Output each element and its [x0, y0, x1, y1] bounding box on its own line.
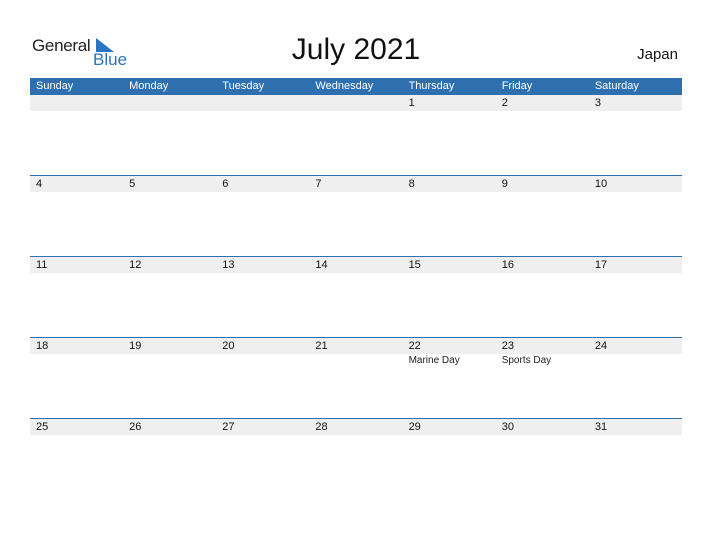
day-number: 4	[36, 178, 43, 190]
day-number	[309, 95, 402, 111]
day-number: 22	[408, 340, 421, 352]
weekday-friday: Friday	[501, 80, 533, 92]
events-row	[30, 435, 682, 436]
day-numbers-row: 25 26 27 28 29 30 31	[30, 419, 682, 435]
day-number: 13	[222, 259, 235, 271]
events-row	[30, 273, 682, 274]
day-number: 19	[129, 340, 142, 352]
holiday-label: Marine Day	[408, 355, 460, 366]
holiday-label	[216, 354, 309, 366]
day-numbers-row: 18 19 20 21 22 23 24	[30, 338, 682, 354]
day-number: 26	[129, 421, 142, 433]
day-number	[30, 95, 123, 111]
day-number: 21	[315, 340, 328, 352]
holiday-label	[589, 192, 682, 193]
holiday-label	[496, 192, 589, 193]
day-number: 20	[222, 340, 235, 352]
holiday-label	[496, 435, 589, 436]
day-number: 3	[594, 97, 601, 109]
holiday-label	[496, 273, 589, 274]
day-number: 1	[408, 97, 415, 109]
holiday-label	[216, 111, 309, 112]
holiday-label	[30, 435, 123, 436]
holiday-label	[30, 273, 123, 274]
day-number: 23	[501, 340, 514, 352]
weekday-thursday: Thursday	[408, 80, 455, 92]
holiday-label	[309, 273, 402, 274]
holiday-label	[309, 354, 402, 366]
week-row: 4 5 6 7 8 9 10	[30, 175, 682, 256]
week-row: 18 19 20 21 22 23 24 Marine Day Sports Day	[30, 337, 682, 418]
holiday-label	[589, 273, 682, 274]
holiday-label	[403, 192, 496, 193]
day-number: 10	[594, 178, 608, 190]
day-numbers-row: 1 2 3	[30, 95, 682, 111]
calendar-grid: Sunday Monday Tuesday Wednesday Thursday Frid…	[30, 78, 682, 499]
holiday-label	[309, 435, 402, 436]
holiday-label	[123, 354, 216, 366]
day-number: 24	[594, 340, 608, 352]
events-row	[30, 111, 682, 112]
events-row	[30, 192, 682, 193]
holiday-label	[403, 111, 496, 112]
holiday-label	[589, 435, 682, 436]
day-number: 16	[501, 259, 514, 271]
holiday-label	[216, 192, 309, 193]
week-row: 25 26 27 28 29 30 31	[30, 418, 682, 499]
holiday-label	[216, 435, 309, 436]
weekday-tuesday: Tuesday	[222, 80, 265, 92]
holiday-label	[123, 273, 216, 274]
day-numbers-row: 4 5 6 7 8 9 10	[30, 176, 682, 192]
holiday-label	[30, 111, 123, 112]
country-label: Japan	[637, 46, 678, 63]
day-number: 7	[315, 178, 322, 190]
day-number: 9	[501, 178, 508, 190]
holiday-label	[30, 354, 123, 366]
day-number	[123, 95, 216, 111]
day-number: 2	[501, 97, 508, 109]
holiday-label	[30, 192, 123, 193]
day-number: 12	[129, 259, 142, 271]
day-number: 6	[222, 178, 229, 190]
day-number: 25	[36, 421, 49, 433]
holiday-label	[123, 111, 216, 112]
day-number: 14	[315, 259, 328, 271]
weekday-saturday: Saturday	[594, 80, 639, 92]
holiday-label	[589, 111, 682, 112]
calendar-title: July 2021	[291, 33, 421, 66]
holiday-label	[309, 111, 402, 112]
weekday-header: Sunday Monday Tuesday Wednesday Thursday Frid…	[30, 78, 682, 95]
holiday-label	[403, 435, 496, 436]
day-number: 31	[594, 421, 608, 433]
weekday-sunday: Sunday	[36, 80, 74, 92]
weekday-wednesday: Wednesday	[315, 80, 374, 92]
day-number: 30	[501, 421, 514, 433]
week-row: 11 12 13 14 15 16 17	[30, 256, 682, 337]
week-row: 1 2 3	[30, 95, 682, 175]
weekday-monday: Monday	[129, 80, 169, 92]
holiday-label	[309, 192, 402, 193]
holiday-label	[123, 435, 216, 436]
day-number: 27	[222, 421, 235, 433]
holiday-label	[216, 273, 309, 274]
day-number: 29	[408, 421, 421, 433]
day-number: 18	[36, 340, 49, 352]
day-number	[216, 95, 309, 111]
holiday-label	[123, 192, 216, 193]
events-row: Marine Day Sports Day	[30, 354, 682, 366]
day-number: 8	[408, 178, 415, 190]
day-number: 5	[129, 178, 136, 190]
day-number: 17	[594, 259, 608, 271]
holiday-label: Sports Day	[501, 355, 552, 366]
holiday-label	[403, 273, 496, 274]
holiday-label	[496, 111, 589, 112]
holiday-label	[589, 354, 682, 366]
day-number: 11	[36, 259, 48, 271]
day-numbers-row: 11 12 13 14 15 16 17	[30, 257, 682, 273]
day-number: 15	[408, 259, 421, 271]
day-number: 28	[315, 421, 328, 433]
